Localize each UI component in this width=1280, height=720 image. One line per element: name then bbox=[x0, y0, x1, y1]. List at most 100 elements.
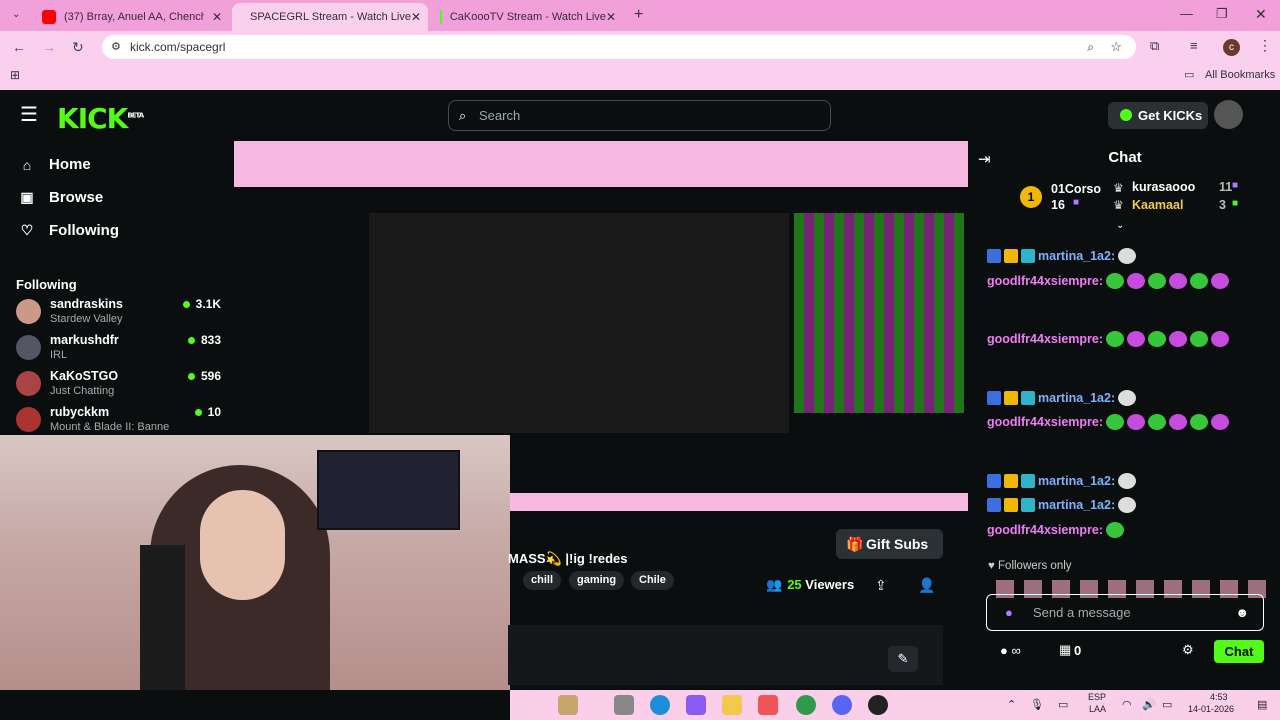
chat-message[interactable]: martina_1a2: bbox=[987, 390, 1137, 406]
tray-mic-icon[interactable]: 🎙 bbox=[1030, 698, 1044, 711]
chat-username[interactable]: martina_1a2: bbox=[1038, 249, 1115, 263]
forward-icon[interactable]: → bbox=[42, 39, 56, 55]
close-icon[interactable]: ✕ bbox=[606, 10, 616, 24]
crown-badge-icon bbox=[1004, 474, 1018, 488]
folder-icon[interactable] bbox=[722, 695, 742, 715]
weather-icon[interactable] bbox=[558, 695, 578, 715]
nav-home[interactable]: ⌂ Home bbox=[18, 156, 91, 173]
reload-icon[interactable]: ↻ bbox=[72, 39, 84, 56]
media-icon[interactable]: ≡ bbox=[1190, 38, 1198, 53]
tray-monitor-icon[interactable]: ▭ bbox=[1058, 698, 1068, 711]
chat-username[interactable]: goodlfr44xsiempre: bbox=[987, 523, 1103, 537]
tab-cakooo[interactable]: CaKoooTV Stream - Watch Live ✕ bbox=[430, 3, 626, 31]
following-item[interactable]: markushdfr IRL 833 bbox=[16, 331, 221, 367]
expand-leaderboard-icon[interactable]: ⌄ bbox=[1116, 220, 1124, 231]
search-input[interactable]: ⌕ Search bbox=[448, 100, 831, 131]
chat-username[interactable]: martina_1a2: bbox=[1038, 391, 1115, 405]
zoom-icon[interactable]: ⌕ bbox=[1087, 35, 1094, 59]
minimize-icon[interactable]: — bbox=[1180, 6, 1193, 21]
keyboard-lang[interactable]: ESP bbox=[1088, 692, 1106, 702]
store-icon[interactable]: ▦ bbox=[1059, 642, 1071, 658]
apps-icon[interactable]: ⊞ bbox=[10, 68, 20, 82]
tab-spacegrl[interactable]: SPACEGRL Stream - Watch Live ✕ bbox=[232, 3, 428, 31]
chat-message[interactable]: goodlfr44xsiempre: bbox=[987, 273, 1230, 289]
chat-message[interactable]: martina_1a2: bbox=[987, 497, 1137, 513]
chat-username[interactable]: goodlfr44xsiempre: bbox=[987, 415, 1103, 429]
extensions-icon[interactable]: ⧉ bbox=[1150, 38, 1159, 54]
crown-icon: ♛ bbox=[1113, 198, 1124, 212]
all-bookmarks[interactable]: All Bookmarks bbox=[1205, 69, 1275, 81]
close-icon[interactable]: ✕ bbox=[212, 10, 222, 24]
streamer-viewers: 596 bbox=[188, 369, 221, 383]
kick-logo[interactable]: KICKBETA bbox=[57, 102, 144, 135]
send-chat-button[interactable]: Chat bbox=[1214, 640, 1264, 663]
mic-icon[interactable]: ● bbox=[1005, 595, 1013, 630]
edge-icon[interactable] bbox=[650, 695, 670, 715]
close-icon[interactable]: ✕ bbox=[411, 10, 421, 24]
get-kicks-button[interactable]: Get KICKs bbox=[1108, 102, 1208, 129]
chat-message[interactable]: martina_1a2: bbox=[987, 473, 1137, 489]
clock-date[interactable]: 14-01-2026 bbox=[1188, 704, 1234, 714]
wifi-icon[interactable]: ◠ bbox=[1122, 698, 1132, 711]
file-explorer-icon[interactable] bbox=[614, 695, 634, 715]
chat-username[interactable]: goodlfr44xsiempre: bbox=[987, 274, 1103, 288]
settings-icon[interactable]: ⚙ bbox=[1182, 642, 1194, 658]
badges-icon[interactable]: ● ∞ bbox=[1000, 643, 1021, 658]
menu-icon[interactable]: ⋮ bbox=[1258, 37, 1272, 54]
profile-avatar[interactable]: c bbox=[1223, 39, 1240, 56]
stream-description-panel bbox=[508, 625, 943, 685]
nav-label: Following bbox=[49, 222, 119, 239]
chat-username[interactable]: martina_1a2: bbox=[1038, 474, 1115, 488]
user-avatar[interactable] bbox=[1214, 100, 1243, 129]
tab-search-icon[interactable]: ⌄ bbox=[12, 9, 20, 20]
edit-icon[interactable]: ✎ bbox=[888, 646, 918, 672]
site-info-icon[interactable]: ⚙ bbox=[111, 35, 121, 59]
url-input[interactable]: ⚙ kick.com/spacegrl ⌕ ☆ bbox=[102, 35, 1136, 59]
stream-tag[interactable]: gaming bbox=[569, 571, 625, 590]
nav-following[interactable]: ♡ Following bbox=[18, 222, 119, 239]
chat-username[interactable]: goodlfr44xsiempre: bbox=[987, 332, 1103, 346]
hamburger-icon[interactable]: ☰ bbox=[20, 102, 38, 127]
stream-tag[interactable]: chill bbox=[523, 571, 562, 590]
follow-icon[interactable]: 👤 bbox=[918, 577, 935, 594]
share-icon[interactable]: ⇪ bbox=[875, 577, 887, 594]
nav-browse[interactable]: ▣ Browse bbox=[18, 189, 103, 206]
copilot-icon[interactable] bbox=[686, 695, 706, 715]
emoji-icon[interactable]: ☻ bbox=[1235, 595, 1249, 630]
chat-message[interactable]: goodlfr44xsiempre: bbox=[987, 522, 1125, 538]
stream-tag[interactable]: Chile bbox=[631, 571, 674, 590]
star-icon[interactable]: ☆ bbox=[1110, 35, 1122, 59]
nested-chat bbox=[794, 213, 964, 413]
sub-badge-icon bbox=[987, 474, 1001, 488]
keyboard-layout[interactable]: LAA bbox=[1089, 704, 1106, 714]
following-item[interactable]: KaKoSTGO Just Chatting 596 bbox=[16, 367, 221, 403]
gift-subs-button[interactable]: 🎁 Gift Subs bbox=[836, 529, 943, 559]
obs-icon[interactable] bbox=[868, 695, 888, 715]
battery-icon[interactable]: ▭ bbox=[1162, 698, 1172, 711]
store-icon[interactable] bbox=[758, 695, 778, 715]
following-item[interactable]: sandraskins Stardew Valley 3.1K bbox=[16, 295, 221, 331]
nav-label: Home bbox=[49, 156, 91, 173]
chrome-icon[interactable] bbox=[796, 695, 816, 715]
search-placeholder: Search bbox=[479, 108, 521, 123]
back-icon[interactable]: ← bbox=[12, 39, 26, 55]
volume-icon[interactable]: 🔊 bbox=[1142, 698, 1156, 711]
restore-icon[interactable]: ❐ bbox=[1216, 6, 1228, 22]
chat-message[interactable]: goodlfr44xsiempre: bbox=[987, 331, 1230, 347]
bookmarks-bar: ⊞ ▭ All Bookmarks bbox=[0, 63, 1280, 90]
tab-youtube[interactable]: (37) Brray, Anuel AA, Chencho C... ✕ bbox=[32, 3, 232, 31]
notifications-icon[interactable]: ▤ bbox=[1257, 698, 1267, 711]
kicks-icon bbox=[1120, 109, 1132, 121]
tray-chevron-icon[interactable]: ⌃ bbox=[1007, 698, 1016, 711]
streamer-face bbox=[200, 490, 285, 600]
points-count: 0 bbox=[1074, 643, 1082, 658]
chat-message[interactable]: goodlfr44xsiempre: bbox=[987, 414, 1230, 430]
discord-icon[interactable] bbox=[832, 695, 852, 715]
chat-username[interactable]: martina_1a2: bbox=[1038, 498, 1115, 512]
following-item[interactable]: rubyckkm Mount & Blade II: Banne 10 bbox=[16, 403, 221, 439]
clock-time[interactable]: 4:53 bbox=[1210, 692, 1228, 702]
chat-message[interactable]: martina_1a2: bbox=[987, 248, 1137, 264]
chat-input[interactable]: ● Send a message ☻ bbox=[986, 594, 1264, 631]
window-close-icon[interactable]: ✕ bbox=[1255, 6, 1267, 23]
new-tab-icon[interactable]: + bbox=[634, 6, 643, 24]
